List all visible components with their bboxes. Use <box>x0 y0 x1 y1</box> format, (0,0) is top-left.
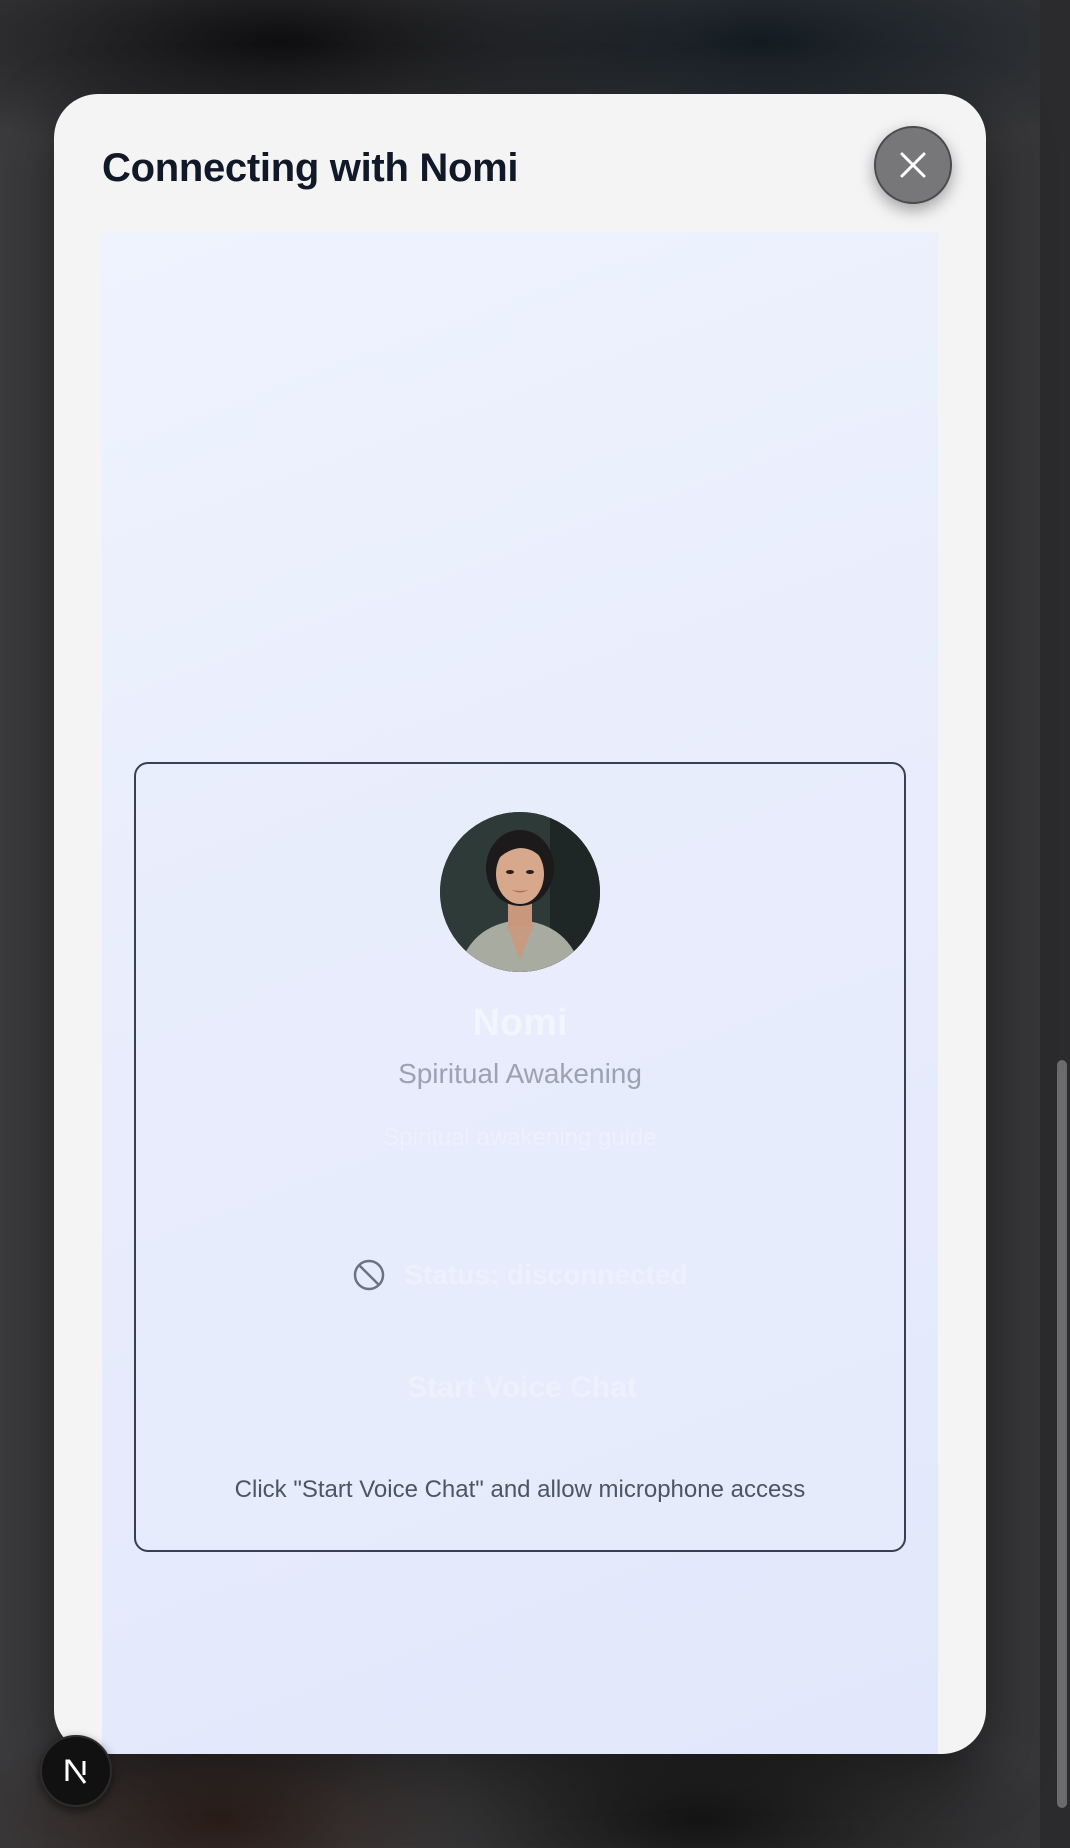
helper-text: Click "Start Voice Chat" and allow micro… <box>234 1476 806 1503</box>
close-icon <box>900 152 926 178</box>
modal-title: Connecting with Nomi <box>102 146 519 190</box>
persona-description: Spiritual awakening guide <box>383 1124 657 1151</box>
scrollbar[interactable] <box>1040 0 1070 1848</box>
persona-name: Nomi <box>472 1002 568 1044</box>
persona-role: Spiritual Awakening <box>398 1058 642 1089</box>
status-text: Status: disconnected <box>404 1259 688 1290</box>
nextjs-dev-badge[interactable] <box>40 1735 112 1807</box>
modal-content: Nomi Spiritual Awakening Spiritual awake… <box>102 232 938 1754</box>
start-voice-chat-button[interactable]: Start Voice Chat <box>372 1358 672 1418</box>
nextjs-logo-icon <box>65 1759 87 1784</box>
close-button[interactable] <box>874 126 952 204</box>
voice-chat-card: Nomi Spiritual Awakening Spiritual awake… <box>134 762 906 1552</box>
scrollbar-thumb[interactable] <box>1057 1060 1067 1808</box>
avatar <box>440 812 600 972</box>
connection-status: Status: disconnected <box>136 1258 904 1292</box>
avatar-portrait <box>440 812 600 972</box>
blocked-icon <box>354 1259 385 1291</box>
voice-chat-modal: Connecting with Nomi Nomi Spiritual Awak… <box>54 94 986 1754</box>
